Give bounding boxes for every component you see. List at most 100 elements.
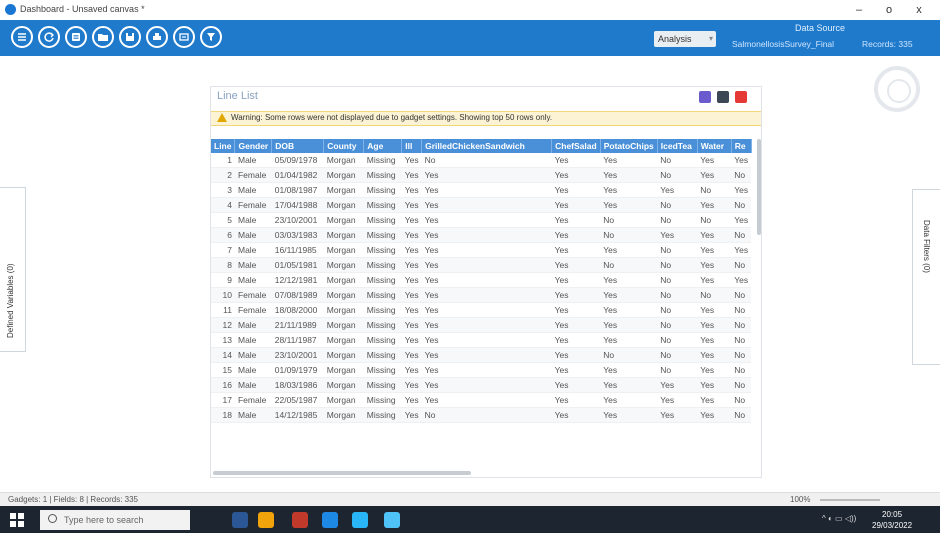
table-row[interactable]: 13 Male 28/11/1987 Morgan Missing Yes Yes Yes Ye… (211, 332, 752, 348)
table-cell: 17/04/1988 (271, 197, 324, 213)
column-header[interactable]: Line (211, 139, 236, 153)
table-cell: Yes (657, 377, 698, 393)
table-row[interactable]: 18 Male 14/12/1985 Morgan Missing Yes No Yes Yes… (211, 407, 752, 423)
table-cell: No (421, 153, 552, 168)
column-header[interactable]: Water (697, 139, 732, 153)
table-cell: Yes (421, 392, 552, 408)
taskbar-search-input[interactable]: Type here to search (40, 510, 190, 530)
table-cell: No (657, 347, 698, 363)
table-cell: No (731, 317, 752, 333)
file-explorer-icon[interactable] (258, 512, 274, 528)
chart-icon[interactable] (173, 26, 195, 48)
column-header[interactable]: County (323, 139, 365, 153)
table-row[interactable]: 5 Male 23/10/2001 Morgan Missing Yes Yes Yes No N… (211, 212, 752, 228)
defined-variables-tab[interactable]: Defined Variables (0) (0, 187, 26, 352)
table-cell: Yes (401, 272, 422, 288)
table-row[interactable]: 15 Male 01/09/1979 Morgan Missing Yes Yes Yes Ye… (211, 362, 752, 378)
table-cell: No (421, 407, 552, 423)
close-gadget-icon[interactable] (735, 91, 747, 103)
taskbar-app-icon[interactable] (232, 512, 248, 528)
table-cell: No (657, 167, 698, 183)
table-cell: Yes (421, 212, 552, 228)
analysis-dropdown[interactable]: Analysis ▾ (654, 31, 716, 47)
filter-icon[interactable] (200, 26, 222, 48)
table-cell: Yes (401, 287, 422, 303)
table-row[interactable]: 11 Female 18/08/2000 Morgan Missing Yes Yes Yes… (211, 302, 752, 318)
table-row[interactable]: 8 Male 01/05/1981 Morgan Missing Yes Yes Yes No N… (211, 257, 752, 273)
table-cell: Yes (657, 392, 698, 408)
table-cell: Yes (401, 407, 422, 423)
table-row[interactable]: 17 Female 22/05/1987 Morgan Missing Yes Yes Yes… (211, 392, 752, 408)
table-row[interactable]: 9 Male 12/12/1981 Morgan Missing Yes Yes Yes Yes… (211, 272, 752, 288)
table-cell: Male (234, 257, 272, 273)
menu-icon[interactable] (11, 26, 33, 48)
collapse-icon[interactable] (717, 91, 729, 103)
minimize-button[interactable]: – (846, 2, 872, 18)
table-cell: Yes (551, 392, 601, 408)
column-header[interactable]: Gender (234, 139, 273, 153)
table-cell: Yes (551, 153, 601, 168)
vertical-scrollbar[interactable] (757, 139, 761, 235)
maximize-button[interactable]: o (876, 2, 902, 18)
table-row[interactable]: 10 Female 07/08/1989 Morgan Missing Yes Yes Yes… (211, 287, 752, 303)
horizontal-scrollbar[interactable] (213, 471, 471, 475)
table-cell: Missing (363, 287, 402, 303)
column-header[interactable]: GrilledChickenSandwich (421, 139, 553, 153)
table-cell: 01/09/1979 (271, 362, 324, 378)
table-row[interactable]: 3 Male 01/08/1987 Morgan Missing Yes Yes Yes Yes… (211, 182, 752, 198)
table-cell: Morgan (323, 287, 364, 303)
table-row[interactable]: 2 Female 01/04/1982 Morgan Missing Yes Yes Yes Y… (211, 167, 752, 183)
table-cell: No (731, 392, 752, 408)
refresh-icon[interactable] (38, 26, 60, 48)
column-header[interactable]: PotatoChips (600, 139, 658, 153)
search-icon (48, 514, 57, 523)
table-cell: Yes (401, 197, 422, 213)
clock-date: 29/03/2022 (872, 521, 913, 530)
table-cell: No (731, 407, 752, 423)
table-cell: Morgan (323, 392, 364, 408)
column-header[interactable]: DOB (271, 139, 325, 153)
data-source-name[interactable]: SalmonellosisSurvey_Final (732, 39, 834, 49)
column-header[interactable]: Re (731, 139, 752, 153)
table-row[interactable]: 1 Male 05/09/1978 Morgan Missing Yes No Yes Yes N… (211, 153, 752, 168)
table-row[interactable]: 16 Male 18/03/1986 Morgan Missing Yes Yes Yes Ye… (211, 377, 752, 393)
table-cell: 15 (211, 362, 235, 378)
app-icon-cyan[interactable] (352, 512, 368, 528)
table-row[interactable]: 6 Male 03/03/1983 Morgan Missing Yes Yes Yes No Y… (211, 227, 752, 243)
table-cell: 1 (211, 153, 235, 168)
column-header[interactable]: Ill (401, 139, 423, 153)
table-cell: Yes (697, 362, 732, 378)
zoom-slider[interactable] (820, 499, 880, 501)
app-icon-active[interactable] (384, 512, 400, 528)
taskbar-clock[interactable]: 20:05 29/03/2022 (872, 509, 912, 531)
table-cell: Missing (363, 167, 402, 183)
table-cell: Morgan (323, 332, 364, 348)
list-icon[interactable] (65, 26, 87, 48)
table-row[interactable]: 14 Male 23/10/2001 Morgan Missing Yes Yes Yes No… (211, 347, 752, 363)
table-cell: No (731, 347, 752, 363)
folder-icon[interactable] (92, 26, 114, 48)
settings-icon[interactable] (699, 91, 711, 103)
column-header[interactable]: IcedTea (657, 139, 698, 153)
window-title: Dashboard - Unsaved canvas * (20, 4, 145, 14)
table-row[interactable]: 12 Male 21/11/1989 Morgan Missing Yes Yes Yes Ye… (211, 317, 752, 333)
browser-icon[interactable] (292, 512, 308, 528)
table-cell: Morgan (323, 242, 364, 258)
table-cell: Morgan (323, 347, 364, 363)
system-tray-icons[interactable]: ^ ◐ ▭ ◁)) (822, 514, 856, 523)
print-icon[interactable] (146, 26, 168, 48)
table-cell: 18/08/2000 (271, 302, 324, 318)
windows-start-icon[interactable] (10, 513, 24, 527)
column-header[interactable]: ChefSalad (551, 139, 601, 153)
table-row[interactable]: 4 Female 17/04/1988 Morgan Missing Yes Yes Yes Y… (211, 197, 752, 213)
save-icon[interactable] (119, 26, 141, 48)
table-row[interactable]: 7 Male 16/11/1985 Morgan Missing Yes Yes Yes Yes… (211, 242, 752, 258)
column-header[interactable]: Age (363, 139, 403, 153)
app-icon-blue[interactable] (322, 512, 338, 528)
table-cell: No (731, 302, 752, 318)
data-filters-tab[interactable]: Data Filters (0) (912, 189, 940, 365)
table-cell: Yes (600, 242, 658, 258)
close-button[interactable]: x (906, 2, 932, 18)
table-cell: No (657, 302, 698, 318)
table-cell: Male (234, 227, 272, 243)
